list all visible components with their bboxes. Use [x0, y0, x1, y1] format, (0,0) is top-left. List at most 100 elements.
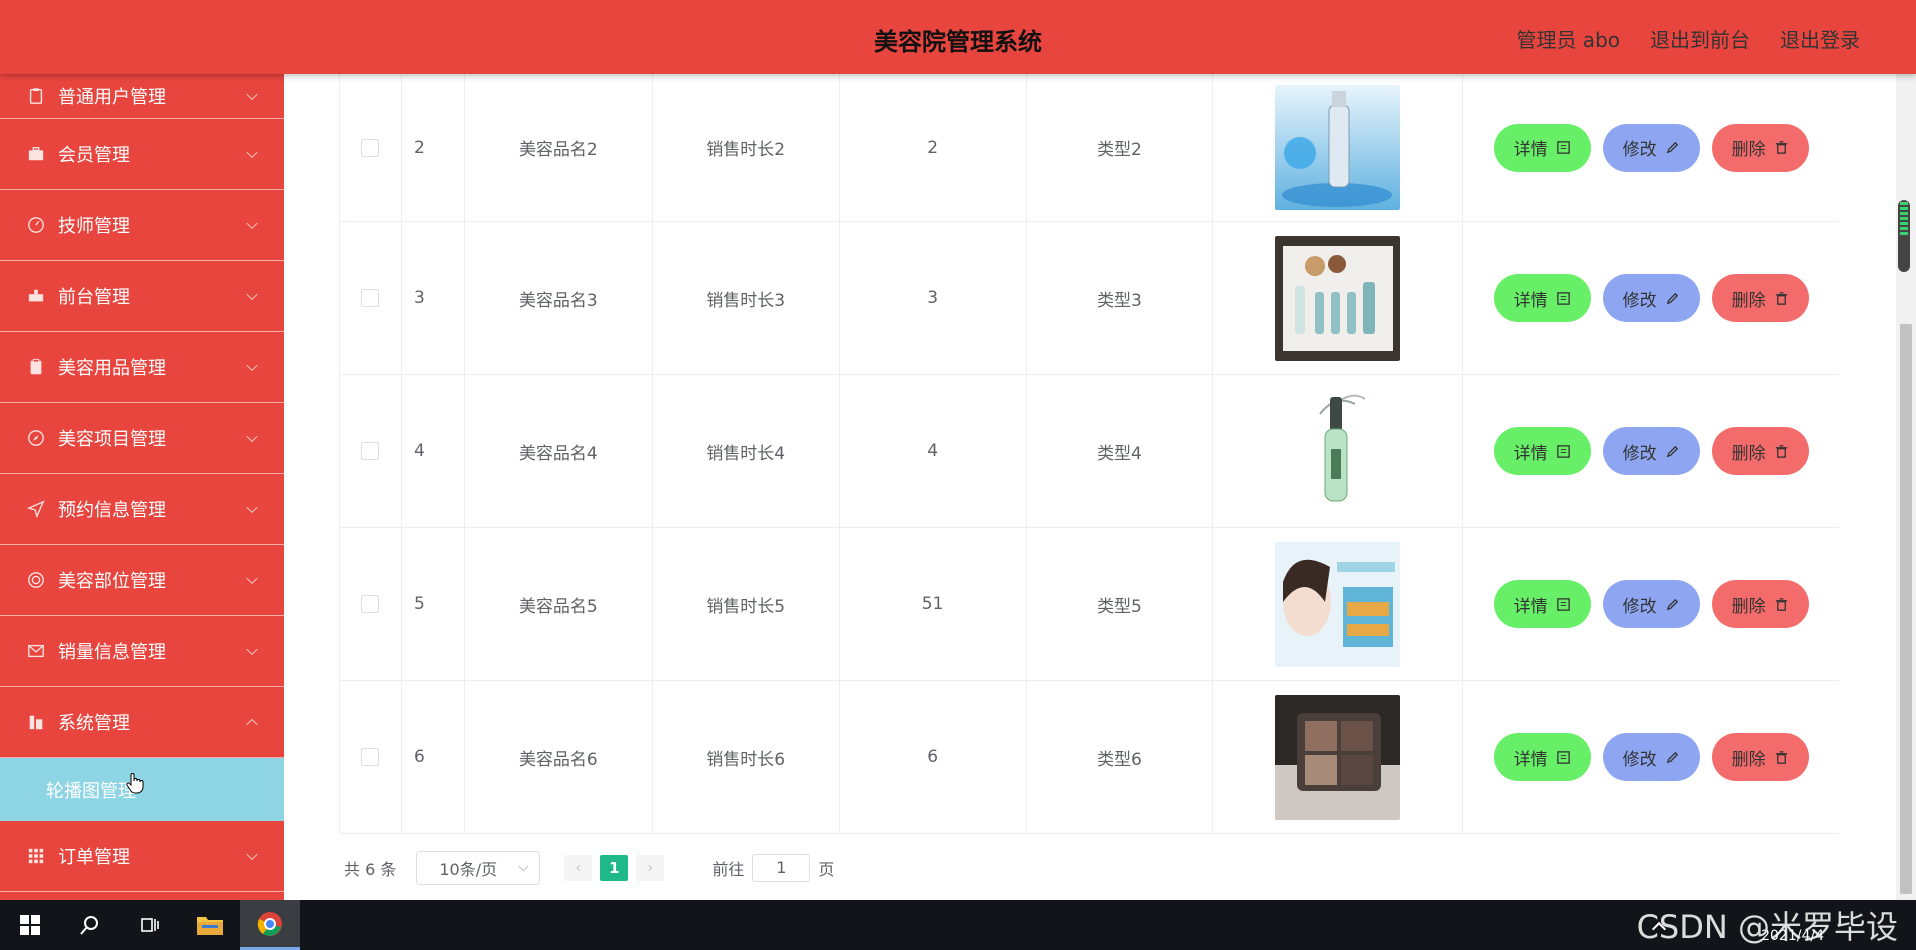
- delete-button[interactable]: 删除: [1711, 580, 1809, 628]
- sidebar-subitem-carousel[interactable]: 轮播图管理: [0, 758, 284, 821]
- chevron-down-icon: [246, 572, 258, 585]
- document-icon: [1556, 291, 1570, 305]
- task-view-button[interactable]: [120, 900, 180, 950]
- taskbar-search-button[interactable]: [60, 900, 120, 950]
- trash-icon: [1775, 291, 1787, 305]
- chevron-down-icon: [246, 848, 258, 861]
- trash-icon: [1775, 597, 1787, 611]
- row-checkbox[interactable]: [361, 595, 380, 613]
- top-header: 美容院管理系统 管理员 abo 退出到前台 退出登录: [0, 0, 1916, 74]
- detail-button[interactable]: 详情: [1493, 733, 1591, 781]
- taskbar-date: 2021/4/4: [1761, 928, 1824, 944]
- next-page-button[interactable]: ›: [636, 855, 665, 881]
- sidebar-item-sales-info[interactable]: 销量信息管理: [0, 616, 284, 687]
- detail-button[interactable]: 详情: [1493, 123, 1591, 172]
- grid-icon: [26, 846, 46, 866]
- chevron-down-icon: [246, 88, 258, 101]
- admin-user-label[interactable]: 管理员 abo: [1516, 24, 1620, 53]
- row-index: 6: [402, 681, 465, 833]
- sidebar-item-technicians[interactable]: 技师管理: [0, 190, 284, 261]
- goto-prefix: 前往: [712, 860, 745, 879]
- chevron-right-icon: ›: [647, 860, 654, 876]
- row-checkbox[interactable]: [361, 748, 380, 766]
- sidebar-item-label: 系统管理: [58, 713, 130, 734]
- sidebar-item-appointments[interactable]: 预约信息管理: [0, 474, 284, 545]
- page-size-select[interactable]: 10条/页: [416, 851, 541, 885]
- pencil-icon: [1666, 141, 1678, 154]
- product-type: 类型6: [1027, 681, 1214, 833]
- exit-to-front-link[interactable]: 退出到前台: [1650, 24, 1750, 53]
- sidebar-item-label: 技师管理: [58, 216, 130, 237]
- sales-duration: 销售时长5: [653, 528, 840, 680]
- chevron-down-icon: [246, 288, 258, 301]
- mail-icon: [26, 641, 46, 661]
- building-icon: [26, 712, 46, 732]
- file-explorer-button[interactable]: [180, 900, 240, 950]
- delete-button[interactable]: 删除: [1711, 274, 1809, 322]
- windows-logo-icon: [20, 915, 40, 935]
- product-name: 美容品名5: [465, 528, 653, 680]
- edit-button[interactable]: 修改: [1602, 427, 1700, 475]
- sidebar-item-label: 销量信息管理: [58, 642, 166, 663]
- edit-button[interactable]: 修改: [1602, 580, 1700, 628]
- sales-duration: 销售时长6: [653, 681, 840, 833]
- chrome-icon: [257, 911, 282, 936]
- pencil-icon: [1666, 292, 1678, 304]
- sidebar-item-beauty-projects[interactable]: 美容项目管理: [0, 403, 284, 474]
- briefcase-icon: [26, 144, 46, 164]
- goto-page-input[interactable]: 1: [752, 854, 811, 882]
- sidebar-item-front-desk[interactable]: 前台管理: [0, 261, 284, 332]
- sidebar-item-normal-users[interactable]: 普通用户管理: [0, 74, 284, 119]
- detail-button[interactable]: 详情: [1493, 274, 1591, 322]
- table-row: 5 美容品名5 销售时长5 51 类型5 详情 修改 删除: [340, 528, 1839, 681]
- page-number-current[interactable]: 1: [600, 855, 629, 881]
- document-icon: [1556, 750, 1570, 764]
- product-type: 类型3: [1027, 222, 1214, 374]
- product-name: 美容品名3: [465, 222, 653, 374]
- sidebar-item-beauty-parts[interactable]: 美容部位管理: [0, 545, 284, 616]
- windows-start-button[interactable]: [0, 900, 60, 950]
- sales-duration: 销售时长3: [653, 222, 840, 374]
- row-index: 3: [402, 222, 465, 374]
- detail-button[interactable]: 详情: [1493, 427, 1591, 475]
- detail-button[interactable]: 详情: [1493, 580, 1591, 628]
- product-type: 类型2: [1027, 74, 1214, 221]
- user-clipboard-icon: [26, 86, 46, 106]
- chrome-taskbar-button[interactable]: [240, 900, 300, 950]
- sales-number: 3: [840, 222, 1027, 374]
- sidebar-item-beauty-supplies[interactable]: 美容用品管理: [0, 332, 284, 403]
- product-type: 类型5: [1027, 528, 1214, 680]
- sidebar-item-label: 前台管理: [58, 287, 130, 308]
- data-table: 2 美容品名2 销售时长2 2 类型2 详情 修改 删除 3 美容品名3 销售时…: [339, 74, 1839, 834]
- sidebar-item-label: 会员管理: [58, 145, 130, 166]
- document-icon: [1556, 141, 1570, 154]
- edit-button[interactable]: 修改: [1602, 123, 1700, 172]
- compass-icon: [26, 428, 46, 448]
- delete-button[interactable]: 删除: [1711, 733, 1809, 781]
- hand-cursor-icon: [126, 773, 144, 794]
- delete-button[interactable]: 删除: [1711, 427, 1809, 475]
- sidebar-item-members[interactable]: 会员管理: [0, 119, 284, 190]
- delete-button[interactable]: 删除: [1711, 123, 1809, 172]
- edit-button[interactable]: 修改: [1602, 733, 1700, 781]
- prev-page-button[interactable]: ‹: [564, 855, 593, 881]
- row-checkbox[interactable]: [361, 442, 380, 460]
- product-image-blue-serum: [1275, 85, 1401, 210]
- chevron-down-icon: [246, 643, 258, 656]
- header-nav: 管理员 abo 退出到前台 退出登录: [1516, 24, 1860, 53]
- product-name: 美容品名4: [465, 375, 653, 527]
- pagination: 共 6 条 10条/页 ‹ 1 › 前往 1 页: [344, 850, 834, 886]
- sidebar-item-orders[interactable]: 订单管理: [0, 821, 284, 892]
- sales-number: 51: [840, 528, 1027, 680]
- product-name: 美容品名6: [465, 681, 653, 833]
- send-icon: [26, 499, 46, 519]
- sidebar-item-system[interactable]: 系统管理: [0, 687, 284, 758]
- scrollbar-thumb[interactable]: [1900, 324, 1912, 894]
- row-checkbox[interactable]: [361, 289, 380, 307]
- row-checkbox[interactable]: [361, 138, 380, 157]
- logout-link[interactable]: 退出登录: [1780, 24, 1860, 53]
- desk-icon: [26, 286, 46, 306]
- page-scrollbar[interactable]: [1896, 74, 1916, 900]
- product-type: 类型4: [1027, 375, 1214, 527]
- edit-button[interactable]: 修改: [1602, 274, 1700, 322]
